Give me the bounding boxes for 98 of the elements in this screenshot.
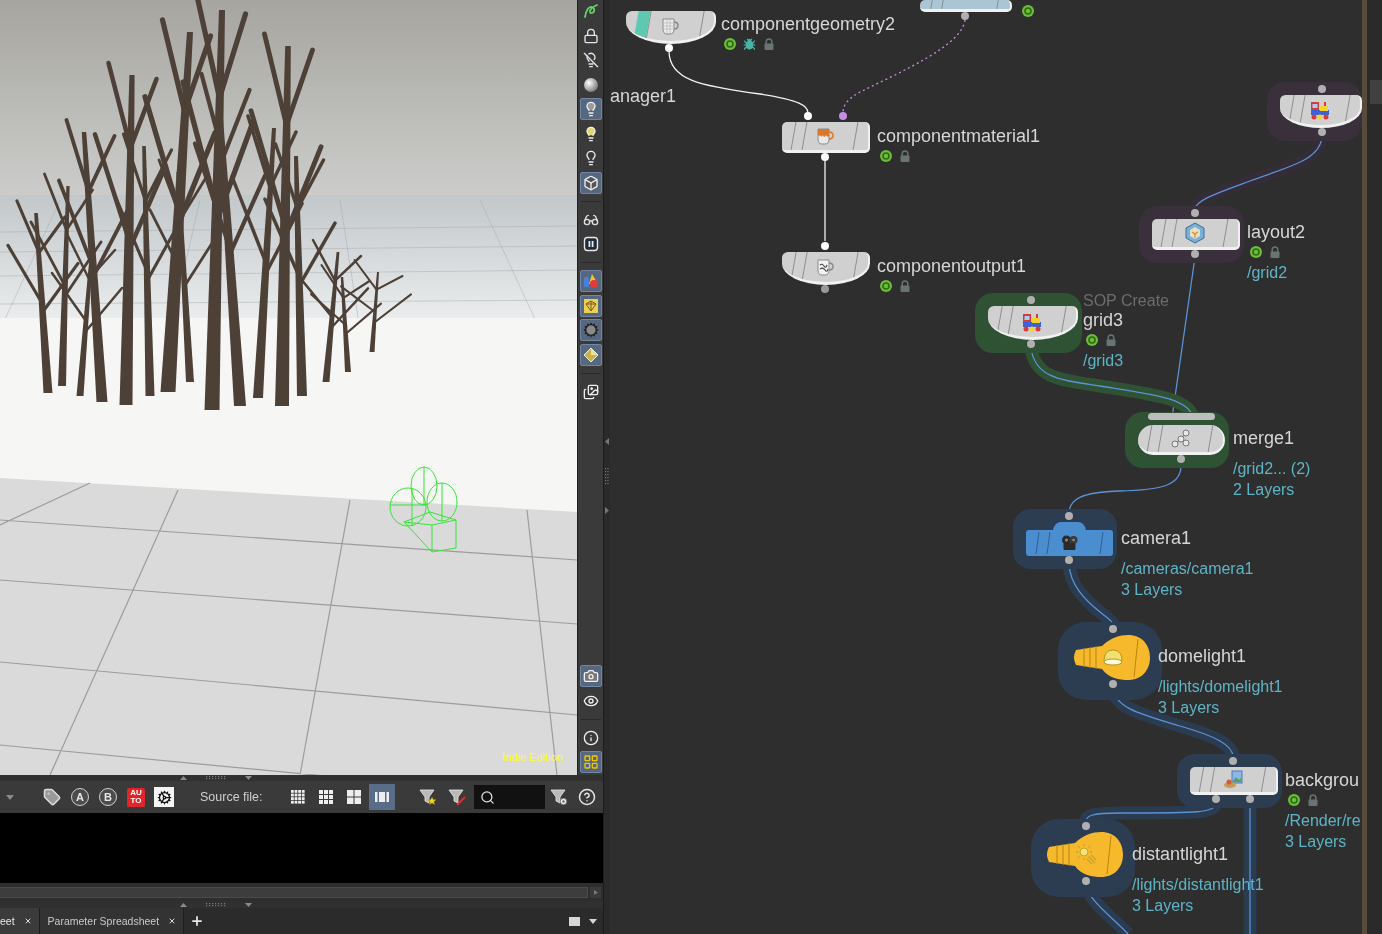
edition-label: Indie Edition [502, 751, 563, 764]
node-name: componentoutput1 [877, 256, 1027, 276]
scroll-right-icon[interactable] [590, 886, 601, 898]
merge-input-bar[interactable] [1148, 413, 1215, 420]
display-flag-icon[interactable] [1288, 794, 1300, 806]
toy-train-icon [1309, 99, 1331, 121]
connector-dot-icon[interactable] [1212, 795, 1220, 803]
view-mode-button[interactable] [368, 784, 395, 810]
connector-dot-icon[interactable] [665, 44, 673, 52]
horizontal-scrollbar[interactable] [0, 886, 588, 898]
layer-count: 3 Layers [1132, 896, 1194, 916]
connector-dot-icon[interactable] [1065, 512, 1073, 520]
node-name: merge1 [1233, 428, 1295, 448]
caret-icon[interactable] [589, 918, 597, 924]
node-path: /grid2 [1247, 263, 1288, 283]
source-file-label: Source file: [200, 790, 263, 804]
layer-count: 3 Layers [1121, 580, 1183, 600]
node-name: camera1 [1121, 528, 1192, 548]
node-graph[interactable] [610, 0, 1362, 934]
connector-dot-icon[interactable] [1027, 340, 1035, 348]
bug-icon[interactable] [743, 37, 756, 51]
node-name: backgrou [1285, 770, 1360, 790]
columns-icon[interactable] [373, 789, 390, 805]
display-flag-icon[interactable] [724, 38, 736, 50]
connector-dot-icon[interactable] [1177, 455, 1185, 463]
connector-dot-icon[interactable] [821, 153, 829, 161]
resize-grip-icon[interactable] [205, 776, 227, 780]
layer-count: 2 Layers [1233, 480, 1295, 500]
connector-dot-icon[interactable] [1027, 296, 1035, 304]
cube-icon [1184, 222, 1206, 244]
node-path: /Render/re [1285, 811, 1361, 831]
connector-dot-icon[interactable] [1229, 757, 1237, 765]
node-tile[interactable] [1138, 425, 1225, 455]
search-field[interactable] [473, 785, 545, 809]
node-name: layout2 [1247, 222, 1306, 242]
node-tile[interactable] [1072, 635, 1150, 680]
node-name: componentgeometry2 [721, 14, 896, 34]
node-tile[interactable] [782, 252, 870, 285]
node-type-label: SOP Create [1083, 292, 1169, 310]
pane-tab[interactable]: Parameter Spreadsheet [39, 908, 185, 934]
node-tile[interactable] [1190, 767, 1278, 795]
letter-toggle-button[interactable]: A [71, 788, 89, 806]
connector-dot-icon[interactable] [1109, 625, 1117, 633]
mug-icon [659, 15, 681, 37]
node-tile[interactable] [920, 0, 1012, 12]
close-icon[interactable] [168, 917, 177, 925]
node-name: grid3 [1083, 310, 1124, 330]
close-icon[interactable] [23, 917, 32, 925]
connector-dot-icon[interactable] [839, 112, 847, 120]
layer-count: 3 Layers [1158, 698, 1220, 718]
node-tile[interactable] [782, 122, 870, 153]
node-path: /grid3 [1083, 351, 1124, 371]
display-flag-icon[interactable] [1250, 246, 1262, 258]
plus-icon[interactable] [190, 914, 205, 928]
picture-easel-icon [1222, 768, 1244, 791]
node-path: /cameras/camera1 [1121, 559, 1254, 579]
auto-button[interactable]: AUTO [127, 787, 145, 807]
pane-tab[interactable]: eet [0, 908, 40, 934]
resize-grip-icon[interactable] [205, 902, 227, 907]
node-path: /lights/domelight1 [1158, 677, 1283, 697]
search-icon[interactable] [479, 789, 495, 805]
mug-icon [814, 125, 836, 147]
camera-icon [1062, 535, 1078, 550]
connector-dot-icon[interactable] [1082, 877, 1090, 885]
connector-dot-icon[interactable] [821, 242, 829, 250]
node-name: distantlight1 [1132, 844, 1229, 864]
connector-dot-icon[interactable] [1065, 556, 1073, 564]
display-flag-icon[interactable] [880, 150, 892, 162]
connector-dot-icon[interactable] [1246, 795, 1254, 803]
node-name: componentmaterial1 [877, 126, 1041, 146]
connector-dot-icon[interactable] [1109, 680, 1117, 688]
dome-icon [1104, 650, 1122, 665]
connector-dot-icon[interactable] [1191, 209, 1199, 217]
display-flag-icon[interactable] [880, 280, 892, 292]
connector-dot-icon[interactable] [961, 12, 969, 20]
merge-nodes-icon [1169, 427, 1192, 450]
connector-dot-icon[interactable] [1318, 85, 1326, 93]
display-flag-icon[interactable] [1086, 334, 1098, 346]
node-tile[interactable] [1152, 219, 1240, 250]
dropdown-caret-icon[interactable] [6, 794, 14, 800]
connector-dot-icon[interactable] [804, 112, 812, 120]
node-name: anager1 [610, 86, 677, 106]
connector-dot-icon[interactable] [1191, 250, 1199, 258]
letter-toggle-button[interactable]: B [99, 788, 117, 806]
connector-dot-icon[interactable] [1318, 128, 1326, 136]
mug-icon [814, 256, 836, 278]
display-flag-icon[interactable] [1022, 5, 1034, 17]
node-tile[interactable] [1026, 522, 1113, 556]
node-tile[interactable] [626, 11, 716, 44]
sun-icon [1076, 844, 1096, 864]
square-icon[interactable] [569, 916, 580, 926]
node-tile[interactable] [1045, 832, 1123, 877]
connector-dot-icon[interactable] [1082, 822, 1090, 830]
resize-grip-icon[interactable] [605, 467, 609, 485]
node-path: /grid2... (2) [1233, 459, 1311, 479]
node-name: domelight1 [1158, 646, 1247, 666]
connector-dot-icon[interactable] [821, 285, 829, 293]
layer-count: 3 Layers [1285, 832, 1347, 852]
